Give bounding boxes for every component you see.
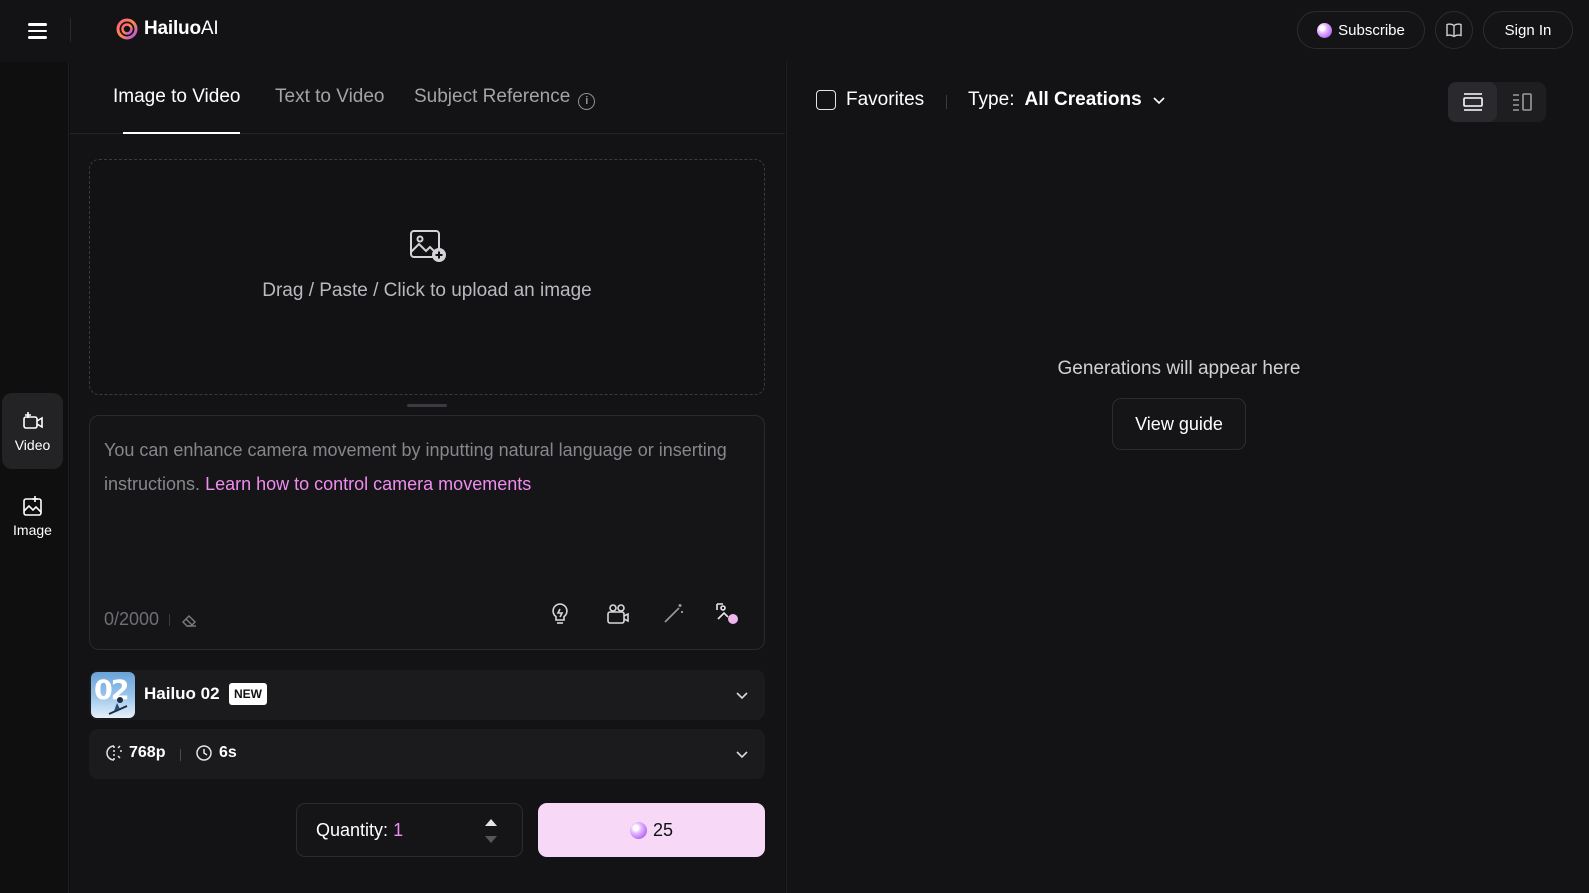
mode-tabs: Image to Video Text to Video Subject Ref…	[70, 62, 785, 134]
increment-arrow-icon[interactable]	[484, 817, 498, 827]
rail-item-label: Image	[13, 522, 52, 538]
type-value: All Creations	[1024, 89, 1142, 110]
favorites-label: Favorites	[846, 89, 925, 110]
bulb-icon[interactable]	[547, 601, 573, 627]
skier-icon	[108, 697, 128, 715]
resolution-value: 768p	[129, 744, 166, 761]
resize-handle[interactable]	[407, 404, 447, 407]
gem-icon	[1317, 22, 1333, 38]
tab-label: Subject Reference	[414, 86, 571, 107]
rail-item-video[interactable]: Video	[2, 393, 63, 469]
rail-item-label: Video	[14, 437, 51, 453]
char-count: 0/2000	[104, 609, 160, 629]
camera-movement-help-link[interactable]: Learn how to control camera movements	[205, 474, 531, 494]
tab-image-to-video[interactable]: Image to Video	[113, 86, 240, 108]
view-guide-button[interactable]: View guide	[1112, 398, 1246, 450]
divider	[70, 18, 71, 42]
prompt-textarea[interactable]: You can enhance camera movement by input…	[89, 415, 765, 650]
quantity-value: 1	[393, 820, 404, 840]
type-filter-dropdown[interactable]: Type: All Creations	[968, 89, 1166, 111]
chevron-down-icon	[1153, 97, 1165, 105]
upload-instructions: Drag / Paste / Click to upload an image	[262, 280, 592, 301]
model-selector[interactable]: 02 Hailuo 02 NEW	[89, 670, 765, 720]
generate-button[interactable]: 25	[538, 803, 765, 857]
rail-item-image[interactable]: Image	[2, 478, 63, 554]
split-view-icon	[1512, 93, 1532, 111]
video-add-icon	[22, 412, 43, 429]
type-label: Type:	[968, 89, 1015, 110]
results-toolbar: Favorites Type: All Creations	[787, 62, 1589, 140]
camera-icon[interactable]	[605, 601, 631, 627]
sign-in-button[interactable]: Sign In	[1483, 11, 1573, 49]
guide-book-button[interactable]	[1435, 11, 1473, 49]
list-view-button[interactable]	[1448, 82, 1497, 122]
results-panel: Favorites Type: All Creations Generation…	[786, 62, 1589, 893]
quantity-label: Quantity: 1	[316, 820, 404, 840]
image-add-icon	[22, 496, 42, 516]
tab-subject-reference[interactable]: Subject Reference i	[414, 86, 596, 110]
empty-state-message: Generations will appear here	[1057, 358, 1301, 379]
menu-icon[interactable]	[28, 18, 54, 44]
resolution-setting: 768p	[105, 744, 165, 762]
grid-view-button[interactable]	[1497, 82, 1546, 122]
duration-setting: 6s	[195, 744, 237, 762]
prompt-placeholder: You can enhance camera movement by input…	[104, 433, 754, 501]
magic-wand-icon[interactable]	[660, 601, 686, 627]
quantity-stepper[interactable]: Quantity: 1	[296, 803, 523, 857]
new-badge: NEW	[229, 683, 267, 705]
create-panel: Image to Video Text to Video Subject Ref…	[70, 62, 785, 893]
decrement-arrow-icon[interactable]	[484, 835, 498, 845]
generate-cost: 25	[652, 819, 674, 840]
resolution-icon	[106, 745, 122, 761]
brand-name: HailuoAI	[144, 18, 219, 39]
subscribe-label: Subscribe	[1338, 21, 1405, 39]
top-bar: HailuoAI Subscribe Sign In	[0, 0, 1589, 62]
clock-icon	[196, 745, 212, 761]
logo[interactable]: HailuoAI	[116, 18, 219, 40]
favorites-filter[interactable]: Favorites	[816, 89, 924, 111]
favorites-checkbox[interactable]	[816, 90, 836, 110]
chevron-down-icon	[736, 751, 748, 759]
model-thumbnail: 02	[91, 672, 135, 718]
hailuo-logo-icon	[116, 18, 138, 40]
book-icon	[1446, 23, 1462, 38]
char-counter: 0/2000	[104, 609, 198, 630]
image-upload-dropzone[interactable]: Drag / Paste / Click to upload an image	[89, 159, 765, 395]
view-mode-toggle	[1448, 82, 1546, 122]
side-rail: Video Image	[0, 62, 69, 893]
list-view-icon	[1462, 93, 1483, 111]
active-tab-indicator	[123, 132, 240, 134]
tab-text-to-video[interactable]: Text to Video	[275, 86, 385, 108]
subscribe-button[interactable]: Subscribe	[1297, 11, 1425, 49]
chevron-down-icon	[736, 692, 748, 700]
model-name: Hailuo 02	[144, 684, 220, 703]
eraser-icon[interactable]	[180, 611, 198, 629]
info-icon[interactable]: i	[578, 93, 596, 110]
image-style-icon[interactable]	[714, 601, 740, 627]
generation-settings[interactable]: 768p 6s	[89, 729, 765, 779]
duration-value: 6s	[219, 744, 237, 761]
image-upload-icon	[410, 230, 446, 262]
credit-gem-icon	[629, 821, 647, 839]
